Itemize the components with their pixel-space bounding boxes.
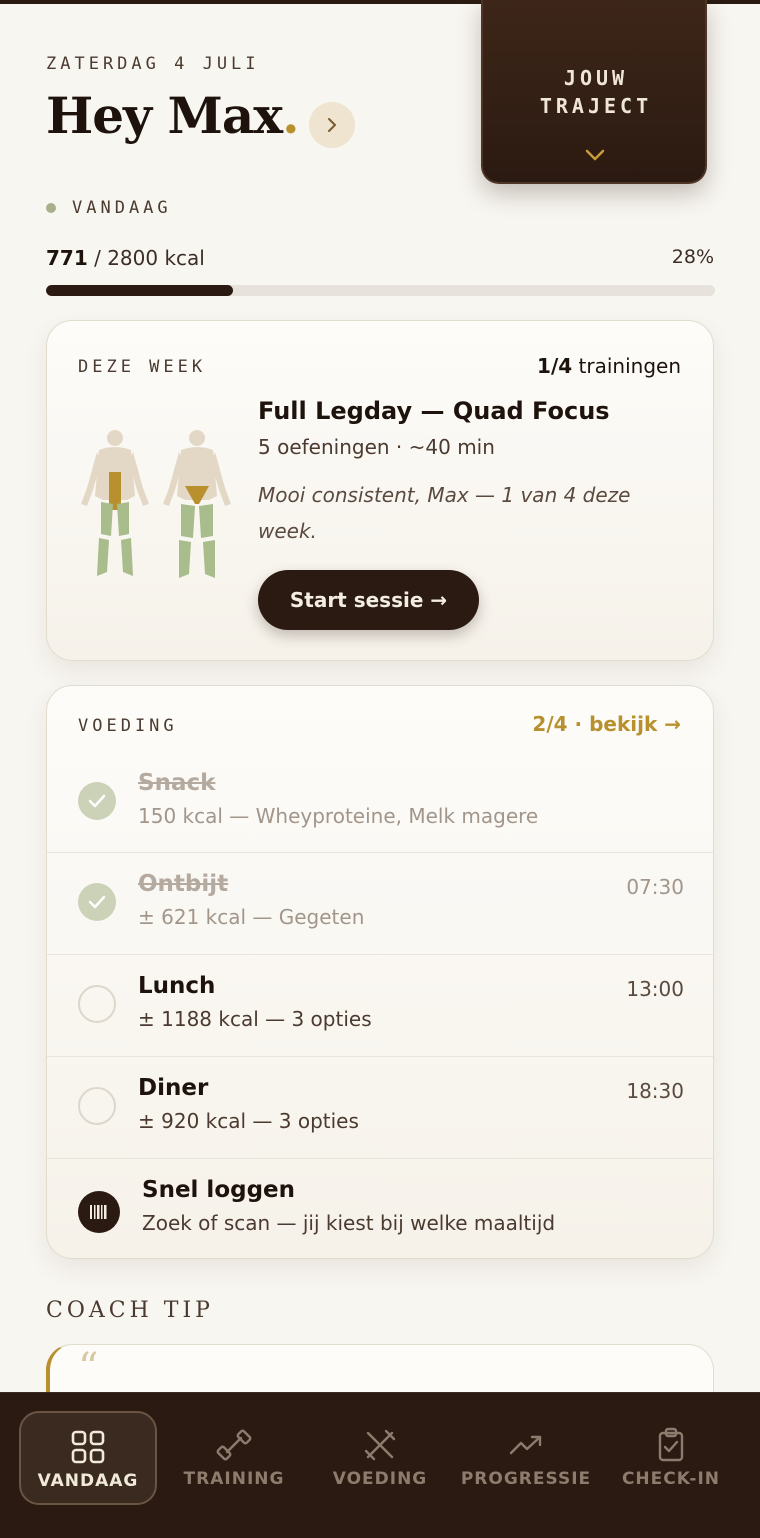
calorie-count: 771 / 2800 kcal [46, 246, 205, 270]
calorie-progress-fill [46, 285, 234, 296]
week-count-value: 1/4 [537, 354, 573, 378]
greeting-arrow-button[interactable] [309, 102, 355, 148]
today-label: VANDAAG [72, 198, 172, 218]
greeting-text: Hey Max [46, 86, 283, 145]
grid-icon [71, 1430, 105, 1464]
food-label: VOEDING [78, 716, 178, 736]
meal-row-lunch[interactable]: Lunch ± 1188 kcal — 3 opties 13:00 [47, 954, 713, 1056]
bottom-nav: VANDAAG TRAINING VOEDING PROGRESSIE CHEC… [0, 1392, 760, 1538]
quick-log-row[interactable]: Snel loggen Zoek of scan — jij kiest bij… [47, 1158, 713, 1258]
nav-check-in[interactable]: CHECK-IN [602, 1411, 740, 1505]
quote-mark: “ [78, 1345, 99, 1391]
nav-vandaag[interactable]: VANDAAG [19, 1411, 157, 1505]
fork-knife-icon [364, 1429, 396, 1461]
meal-row-ontbijt[interactable]: Ontbijt ± 621 kcal — Gegeten 07:30 [47, 852, 713, 954]
meal-time: 13:00 [626, 977, 684, 1001]
greeting-dot: . [282, 86, 299, 145]
calorie-total: / 2800 kcal [87, 246, 205, 270]
week-training-card: DEZE WEEK 1/4 trainingen Full Legday — Q… [46, 320, 714, 661]
dumbbell-icon [216, 1429, 252, 1461]
checkmark-icon [88, 794, 106, 808]
meal-row-snack[interactable]: Snack 150 kcal — Wheyproteine, Melk mage… [47, 752, 713, 854]
nav-label: CHECK-IN [621, 1469, 721, 1489]
week-label: DEZE WEEK [78, 357, 207, 377]
body-front [81, 430, 149, 576]
nav-progressie[interactable]: PROGRESSIE [457, 1411, 595, 1505]
meal-details: ± 920 kcal — 3 opties [138, 1109, 359, 1133]
traject-button[interactable]: JOUW TRAJECT [481, 0, 707, 184]
meal-row-diner[interactable]: Diner ± 920 kcal — 3 opties 18:30 [47, 1056, 713, 1158]
meal-details: ± 1188 kcal — 3 opties [138, 1007, 372, 1031]
week-count: 1/4 trainingen [537, 354, 681, 378]
greeting-title: Hey Max. [46, 86, 300, 145]
food-view-link[interactable]: 2/4 · bekijk → [532, 712, 681, 736]
start-session-button[interactable]: Start sessie → [258, 570, 479, 630]
meal-time: 18:30 [626, 1079, 684, 1103]
nav-label: VOEDING [332, 1469, 428, 1489]
meal-details: 150 kcal — Wheyproteine, Melk magere [138, 804, 539, 828]
meal-name: Diner [138, 1075, 209, 1101]
calorie-percent: 28% [671, 246, 714, 268]
clipboard-check-icon [658, 1427, 684, 1462]
chevron-right-icon [328, 118, 336, 132]
barcode-icon [78, 1191, 120, 1233]
muscle-map-illustration [81, 430, 231, 578]
meal-time: 07:30 [626, 875, 684, 899]
quick-log-title: Snel loggen [142, 1177, 296, 1203]
date-label: ZATERDAG 4 JULI [46, 54, 260, 74]
nav-label: VANDAAG [37, 1471, 139, 1491]
workout-meta: 5 oefeningen · ~40 min [258, 435, 495, 459]
calorie-consumed: 771 [46, 246, 88, 270]
workout-title: Full Legday — Quad Focus [258, 397, 610, 425]
food-card: VOEDING 2/4 · bekijk → Snack 150 kcal — … [46, 685, 714, 1259]
chevron-down-icon [585, 149, 605, 161]
checkmark-icon [88, 895, 106, 909]
calorie-progress-bar [46, 285, 715, 296]
meal-check[interactable] [78, 883, 116, 921]
nav-label: PROGRESSIE [460, 1469, 592, 1489]
meal-name: Snack [138, 770, 216, 796]
body-back [163, 430, 231, 578]
traject-label: JOUW TRAJECT [539, 66, 653, 118]
nav-training[interactable]: TRAINING [165, 1411, 303, 1505]
meal-details: ± 621 kcal — Gegeten [138, 905, 365, 929]
meal-name: Ontbijt [138, 871, 229, 897]
week-count-suffix: trainingen [572, 354, 681, 378]
meal-check[interactable] [78, 985, 116, 1023]
trending-up-icon [509, 1435, 542, 1455]
meal-check[interactable] [78, 782, 116, 820]
quick-log-subtitle: Zoek of scan — jij kiest bij welke maalt… [142, 1211, 556, 1235]
workout-quote: Mooi consistent, Max — 1 van 4 deze week… [258, 483, 631, 543]
nav-voeding[interactable]: VOEDING [311, 1411, 449, 1505]
meal-name: Lunch [138, 973, 216, 999]
coach-tip-label: COACH TIP [46, 1298, 214, 1323]
status-dot [46, 203, 56, 213]
nav-label: TRAINING [183, 1469, 285, 1489]
meal-check[interactable] [78, 1087, 116, 1125]
